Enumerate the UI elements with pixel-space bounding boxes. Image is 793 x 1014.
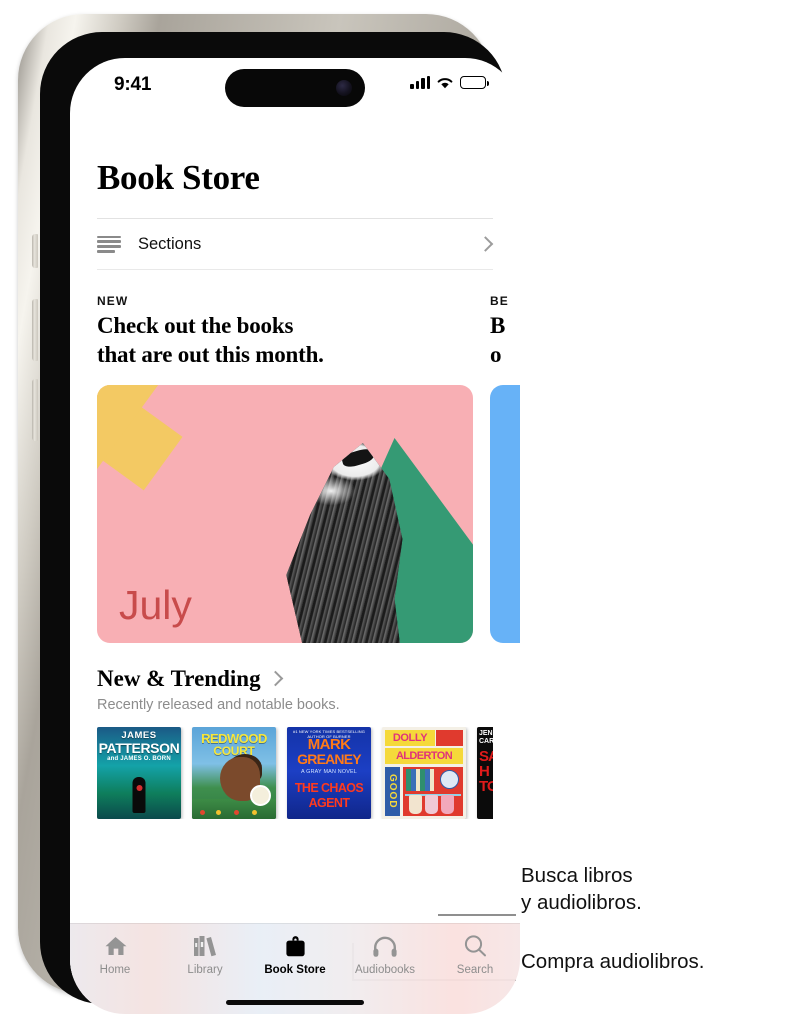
tab-label: Search <box>456 964 494 976</box>
tab-home[interactable]: Home <box>70 924 160 1014</box>
feature-kicker-2: BE <box>490 294 509 308</box>
book-author-line2: GREANEY <box>297 751 361 767</box>
sections-label: Sections <box>138 234 202 253</box>
book-cover[interactable]: #1 NEW YORK TIMES BESTSELLING AUTHOR OF … <box>287 727 371 819</box>
status-time: 9:41 <box>114 74 152 95</box>
book-author-partial: JEN CAR <box>479 730 493 745</box>
cover-sun <box>250 785 271 806</box>
book-cover[interactable]: DOLLY ALDERTON GOOD <box>382 727 466 819</box>
book-author-line2-banner: ALDERTON <box>385 748 463 764</box>
sections-row[interactable]: Sections <box>97 218 494 270</box>
tab-label: Library <box>187 964 223 976</box>
book-author-sub: and JAMES O. BORN <box>107 756 171 762</box>
cover-figure-silhouette <box>132 777 146 813</box>
home-indicator[interactable] <box>226 1000 364 1005</box>
artwork-month-label: July <box>119 581 192 628</box>
volume-down-button[interactable] <box>32 379 38 441</box>
bag-icon <box>284 933 307 959</box>
status-bar: 9:41 <box>70 58 520 116</box>
hamburger-icon <box>97 235 121 253</box>
book-title-partial: SA H TO <box>479 748 493 795</box>
phone-frame: 9:41 Book Store Sections NEW Check out t… <box>18 14 520 1014</box>
feature-card-new[interactable]: NEW Check out the books that are out thi… <box>97 294 473 643</box>
front-camera-icon <box>336 80 352 96</box>
book-cover[interactable]: JAMES PATTERSON and JAMES O. BORN <box>97 727 181 819</box>
feature-headline-2: Bo <box>490 313 506 367</box>
headphones-icon <box>372 933 398 959</box>
book-title-line1: THE CHAOS <box>294 781 364 795</box>
cover-quote-box <box>436 730 463 746</box>
book-author-big: PATTERSON <box>98 740 180 756</box>
feature-artwork-july: July <box>97 384 473 643</box>
feature-carousel[interactable]: NEW Check out the books that are out thi… <box>70 294 520 644</box>
action-button[interactable] <box>32 234 38 268</box>
feature-artwork-blue <box>490 384 520 643</box>
home-icon <box>103 933 128 959</box>
tab-label: Home <box>99 964 131 976</box>
book-cover[interactable]: JEN CAR SA H TO <box>477 727 493 819</box>
books-icon <box>193 933 218 959</box>
tab-label: Book Store <box>264 964 326 976</box>
callout-leader-line-search <box>438 914 516 916</box>
page-title: Book Store <box>97 158 260 197</box>
tab-label: Audiobooks <box>354 964 416 976</box>
book-author-line1-banner: DOLLY <box>385 730 435 746</box>
chevron-right-icon <box>267 670 283 686</box>
wifi-icon <box>437 78 453 89</box>
trending-section: New & Trending Recently released and not… <box>70 644 520 819</box>
battery-icon <box>460 76 489 89</box>
book-cover-row[interactable]: JAMES PATTERSON and JAMES O. BORN REDWOO… <box>97 727 493 819</box>
book-title-box: GOOD <box>385 767 400 816</box>
search-icon <box>463 933 488 959</box>
cellular-signal-icon <box>410 76 430 89</box>
status-icons <box>410 76 489 89</box>
feature-card-best[interactable]: BE Bo <box>490 294 520 643</box>
dynamic-island <box>225 69 365 107</box>
trending-subtitle: Recently released and notable books. <box>97 697 340 713</box>
trending-title: New & Trending <box>97 666 261 691</box>
book-series: A GRAY MAN NOVEL <box>300 769 358 775</box>
callout-search: Busca libros y audiolibros. <box>521 864 642 915</box>
book-cover[interactable]: REDWOOD COURT <box>192 727 276 819</box>
chevron-right-icon <box>477 236 494 252</box>
tab-search[interactable]: Search <box>430 924 520 1014</box>
app-content: Book Store Sections NEW Check out the bo… <box>70 116 520 1014</box>
trending-header[interactable]: New & Trending <box>97 666 493 692</box>
phone-screen: 9:41 Book Store Sections NEW Check out t… <box>70 58 520 1014</box>
feature-kicker: NEW <box>97 294 129 308</box>
cover-illustration <box>403 767 463 816</box>
feature-headline: Check out the books that are out this mo… <box>97 313 324 367</box>
volume-up-button[interactable] <box>32 299 38 361</box>
book-title-line2: AGENT <box>308 796 350 810</box>
phone-bezel: 9:41 Book Store Sections NEW Check out t… <box>40 32 520 1014</box>
callout-audiobooks: Compra audiolibros. <box>521 950 705 973</box>
